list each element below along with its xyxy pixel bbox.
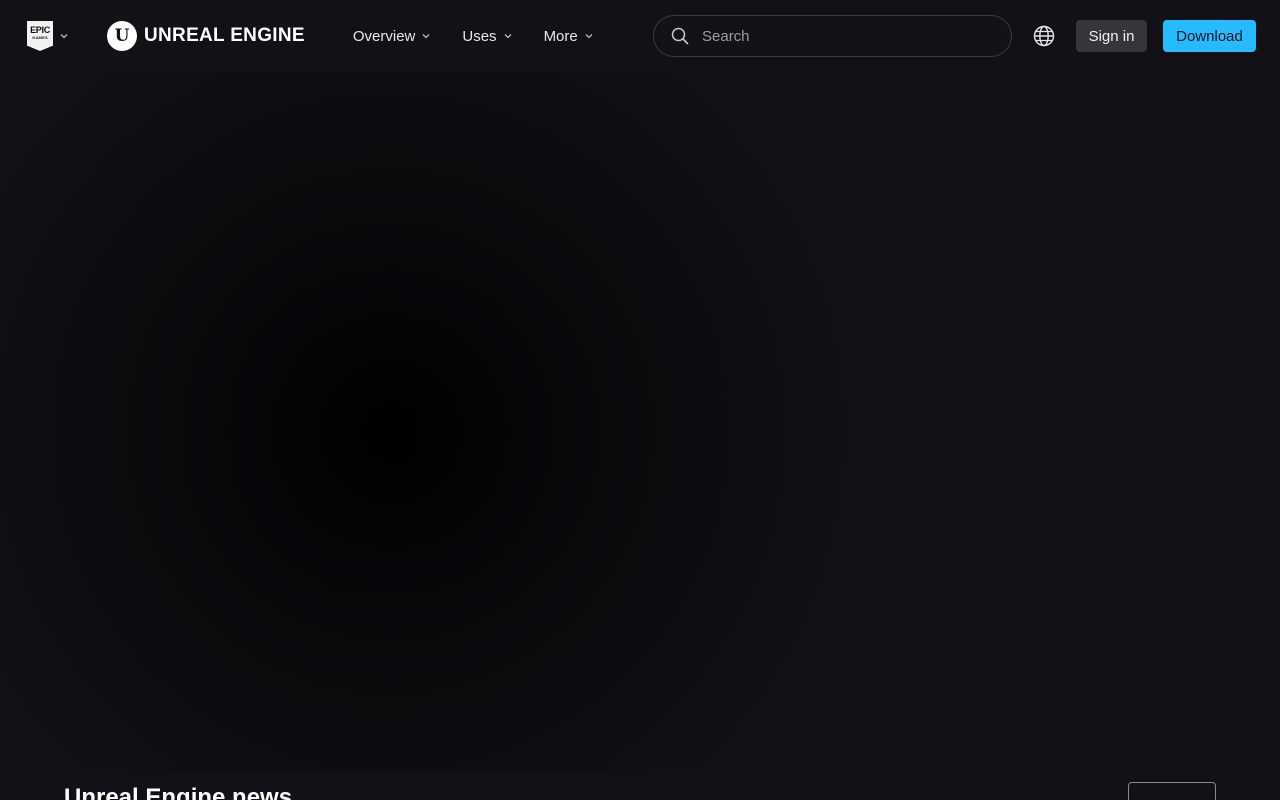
top-navigation-bar: EPIC GAMES U UNREAL ENGINE Overview Uses xyxy=(0,0,1280,72)
nav-more-label: More xyxy=(543,27,578,45)
globe-icon xyxy=(1033,25,1055,47)
main-nav: Overview Uses More xyxy=(353,28,625,45)
nav-overview-label: Overview xyxy=(352,27,416,45)
nav-overview[interactable]: Overview xyxy=(353,28,432,45)
chevron-down-icon xyxy=(503,31,513,41)
nav-uses[interactable]: Uses xyxy=(462,28,512,45)
chevron-down-icon xyxy=(59,31,69,41)
page: EPIC GAMES U UNREAL ENGINE Overview Uses xyxy=(0,0,1280,800)
chevron-down-icon xyxy=(584,31,594,41)
search-input[interactable] xyxy=(702,27,992,45)
nav-more[interactable]: More xyxy=(544,28,594,45)
unreal-engine-home-link[interactable]: U UNREAL ENGINE xyxy=(107,21,305,51)
search-box[interactable] xyxy=(653,15,1012,57)
epic-games-switcher[interactable]: EPIC GAMES xyxy=(27,21,69,51)
hero-banner xyxy=(0,72,1280,772)
news-section-title: Unreal Engine news xyxy=(64,784,293,800)
chevron-down-icon xyxy=(421,31,431,41)
nav-uses-label: Uses xyxy=(462,27,497,45)
brand-name: UNREAL ENGINE xyxy=(144,25,305,46)
epic-games-logo: EPIC GAMES xyxy=(27,21,53,51)
sign-in-button[interactable]: Sign in xyxy=(1076,20,1147,52)
search-icon xyxy=(670,26,690,46)
language-selector[interactable] xyxy=(1032,24,1056,48)
view-all-button[interactable]: View all xyxy=(1128,782,1216,800)
unreal-engine-logo: U xyxy=(107,21,137,51)
download-button[interactable]: Download xyxy=(1163,20,1256,52)
